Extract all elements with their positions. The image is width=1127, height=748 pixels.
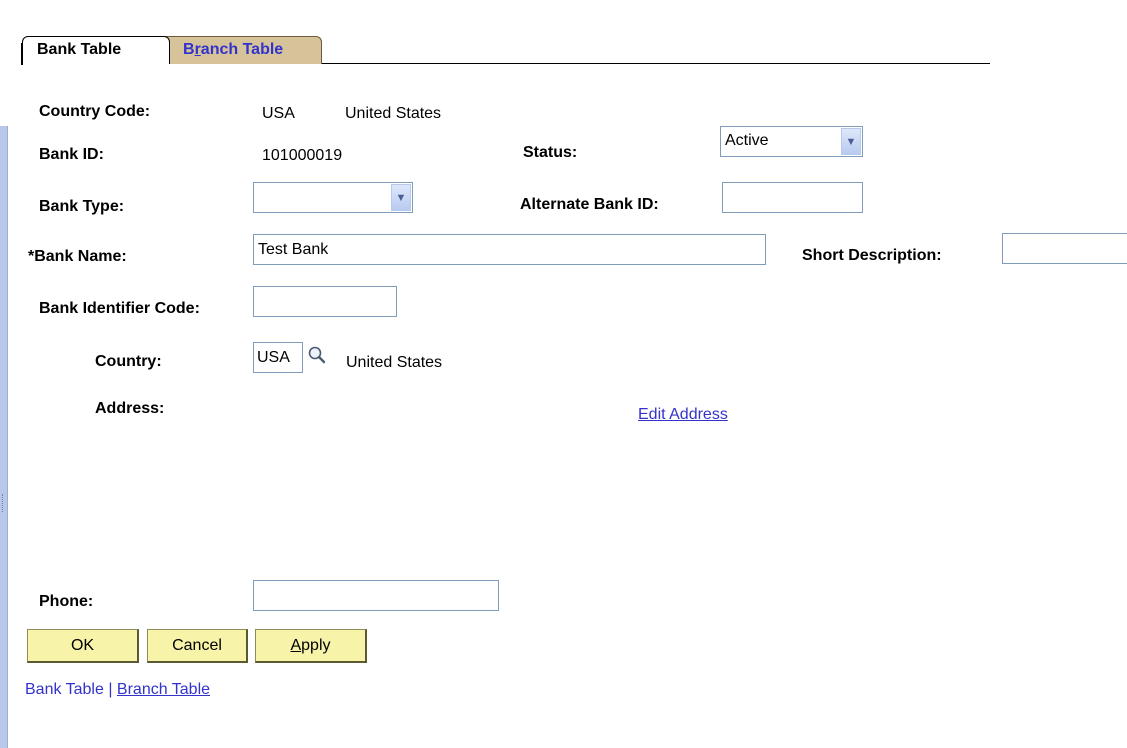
status-select-value: Active: [725, 132, 769, 149]
chevron-down-icon[interactable]: ▼: [841, 128, 861, 155]
apply-button-mnemonic: A: [290, 637, 302, 654]
frame-left-border: [0, 126, 8, 748]
footer-separator: |: [103, 681, 117, 698]
bank-name-label: *Bank Name:: [28, 248, 127, 265]
bank-type-select[interactable]: ▼: [253, 182, 413, 213]
short-description-label: Short Description:: [802, 247, 942, 264]
country-code-label: Country Code:: [39, 103, 151, 120]
cancel-button[interactable]: Cancel: [147, 629, 248, 663]
apply-button-label: pply: [301, 637, 331, 654]
chevron-down-icon[interactable]: ▼: [391, 184, 411, 211]
bank-name-input[interactable]: [253, 234, 766, 265]
edit-address-link[interactable]: Edit Address: [638, 406, 728, 424]
bank-identifier-code-label: Bank Identifier Code:: [39, 300, 200, 317]
country-description: United States: [346, 354, 443, 371]
tab-baseline: [320, 63, 990, 64]
tab-branch-table[interactable]: Branch Table: [160, 36, 322, 64]
frame-resize-grip[interactable]: [2, 494, 6, 512]
tab-branch-table-label: Branch Table: [183, 41, 284, 58]
footer-current-page: Bank Table: [25, 681, 104, 698]
bank-id-value: 101000019: [262, 147, 343, 164]
bank-identifier-code-input[interactable]: [253, 286, 397, 317]
status-select[interactable]: Active ▼: [720, 126, 863, 157]
country-code-description: United States: [345, 105, 442, 122]
short-description-input[interactable]: [1002, 233, 1127, 264]
ok-button[interactable]: OK: [27, 629, 139, 663]
country-code-value: USA: [262, 105, 295, 122]
tab-bank-table-label: Bank Table: [37, 41, 122, 58]
search-icon[interactable]: [306, 345, 328, 367]
footer-nav: Bank Table | Branch Table: [25, 681, 210, 699]
address-label: Address:: [95, 400, 165, 417]
bank-id-label: Bank ID:: [39, 146, 104, 163]
country-input[interactable]: [253, 342, 303, 373]
country-label: Country:: [95, 353, 162, 370]
phone-label: Phone:: [39, 593, 94, 610]
apply-button[interactable]: Apply: [255, 629, 367, 663]
footer-branch-table-link[interactable]: Branch Table: [117, 681, 210, 698]
status-label: Status:: [523, 144, 578, 161]
alternate-bank-id-label: Alternate Bank ID:: [520, 196, 659, 213]
tab-bank-table[interactable]: Bank Table: [21, 36, 170, 65]
alternate-bank-id-input[interactable]: [722, 182, 863, 213]
phone-input[interactable]: [253, 580, 499, 611]
bank-type-label: Bank Type:: [39, 198, 125, 215]
